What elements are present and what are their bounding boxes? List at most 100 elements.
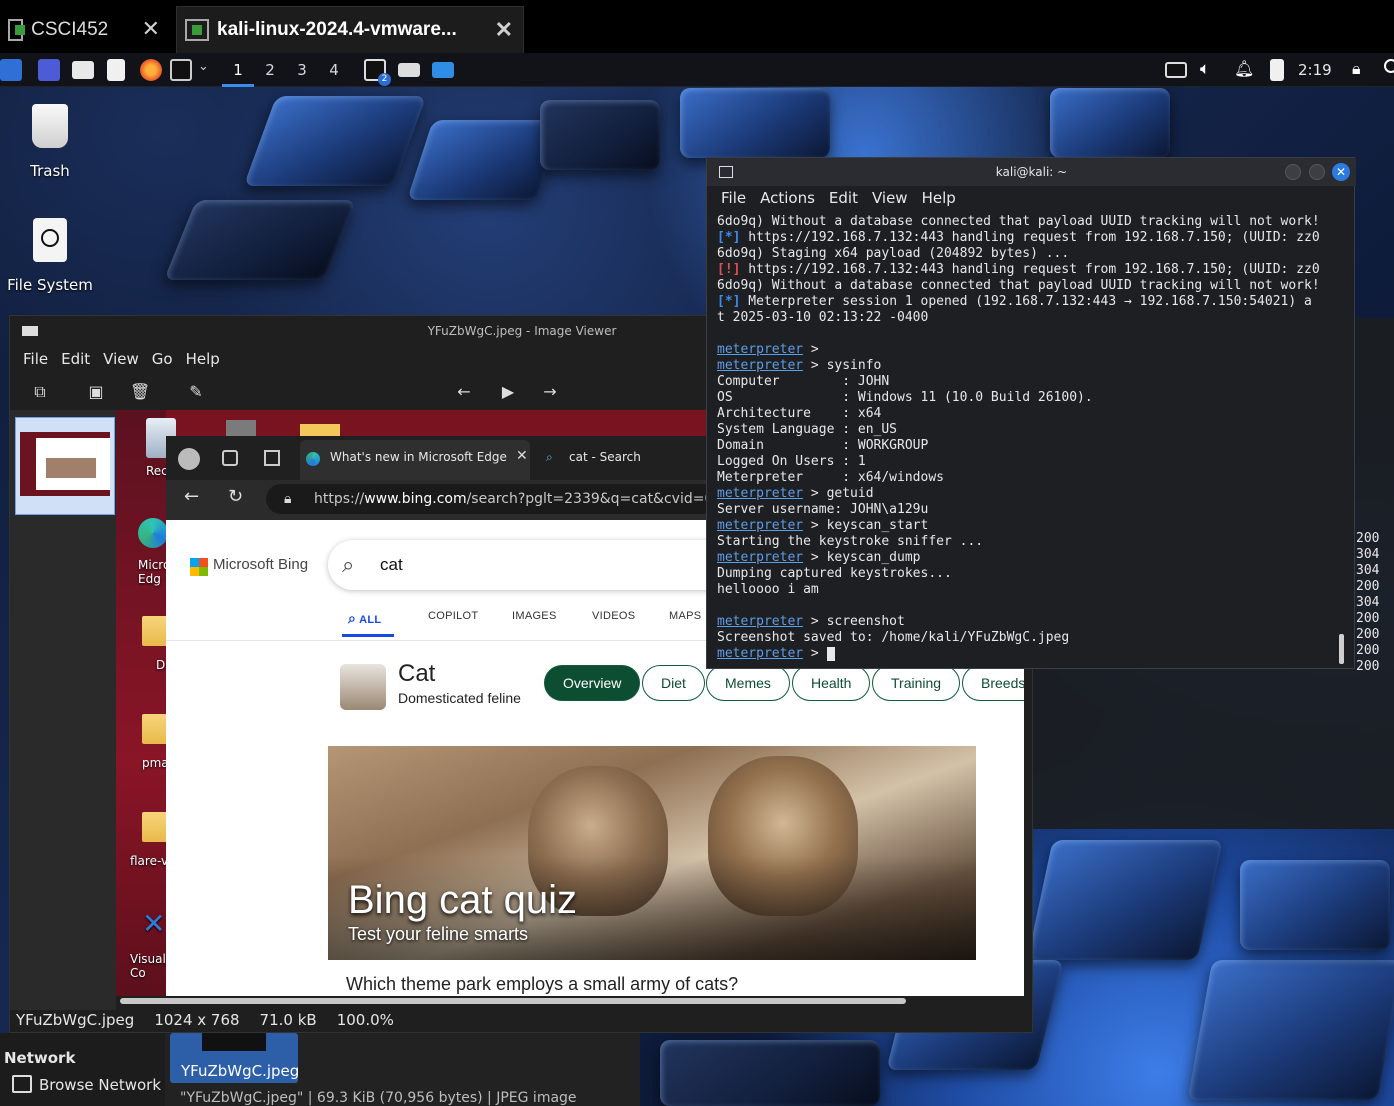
wallpaper-cube [243,96,427,186]
battery-icon[interactable] [1270,59,1284,81]
terminal-line: [!] https://192.168.7.132:443 handling r… [717,262,1343,278]
status-code: 304 [1356,595,1380,610]
terminal-line: [*] https://192.168.7.132:443 handling r… [717,230,1343,246]
menu-file[interactable]: File [707,186,746,212]
workspace-4[interactable]: 4 [318,53,350,87]
text-editor-icon[interactable] [107,59,125,81]
entity-subtitle: Domesticated feline [398,690,521,706]
workspace-1[interactable]: 1 [222,53,254,87]
volume-icon[interactable]: 🔈︎ [1200,59,1210,79]
menu-edit[interactable]: Edit [48,346,90,374]
vertical-scrollbar[interactable] [1339,634,1344,664]
menu-actions[interactable]: Actions [746,186,815,212]
line-text: Meterpreter session 1 opened (192.168.7.… [740,294,1312,309]
hero-subtitle: Test your feline smarts [348,924,529,944]
line-text: Logged On Users : 1 [717,454,866,469]
notification-bell-icon[interactable]: 🔔︎ [1234,59,1254,78]
pill-breeds: Breeds [962,665,1024,701]
close-icon[interactable]: ✕ [142,16,160,42]
wallpaper-cube [1187,960,1394,1100]
save-icon[interactable]: ▣ [86,382,106,402]
play-icon[interactable]: ▶ [498,382,518,402]
desktop-icon-file-system[interactable]: File System [0,218,105,294]
show-desktop-icon[interactable] [38,59,60,81]
desktop-icon-trash[interactable]: Trash [0,104,105,180]
image-viewer-task-icon[interactable] [398,63,420,77]
kali-menu-icon[interactable] [0,59,22,81]
line-text: 6do9q) Without a database connected that… [717,214,1320,229]
maximize-button[interactable] [1309,164,1325,180]
terminal-line: Server username: JOHN\a129u [717,502,1343,518]
desktop-icon-label: Trash [30,162,70,180]
terminal-window[interactable]: kali@kali: ~ ✕ File Actions Edit View He… [706,157,1356,669]
edge-icon [306,452,320,466]
terminal-line: t 2025-03-10 02:13:22 -0400 [717,310,1343,326]
sidebar-item-browse-network[interactable]: Browse Network [39,1076,161,1094]
menu-view[interactable]: View [90,346,139,374]
file-manager-task-icon[interactable] [432,62,454,78]
status-bar: YFuZbWgC.jpeg 1024 x 768 71.0 kB 100.0% [10,1008,1034,1034]
thumbnail-selected[interactable] [15,417,115,515]
vm-tab-kali[interactable]: kali-linux-2024.4-vmware... ✕ [176,6,524,53]
workspace-3[interactable]: 3 [286,53,318,87]
kali-panel: ⌄ 1 2 3 4 2 🔈︎ 🔔︎ 2:19 🔒︎ [0,53,1394,87]
terminal-line: Architecture : x64 [717,406,1343,422]
next-arrow-icon[interactable]: → [540,382,560,402]
status-code: 200 [1356,531,1380,546]
active-nav-underline [342,634,394,637]
vm-tab-label: kali-linux-2024.4-vmware... [217,19,457,40]
close-icon: ✕ [516,448,528,464]
line-text: Starting the keystroke sniffer ... [717,534,984,549]
horizontal-scrollbar[interactable] [120,998,906,1004]
close-icon[interactable]: ✕ [495,17,513,43]
search-icon: ⌕ [342,552,355,577]
line-text: > sysinfo [803,358,882,373]
browser-tab-label: What's new in Microsoft Edge [330,450,507,464]
nav-all: ⌕ ALL [348,610,382,626]
workspaces-icon [222,450,238,466]
menu-file[interactable]: File [10,346,48,374]
minimize-button[interactable] [1285,164,1301,180]
file-manager-window[interactable]: Network Browse Network YFuZbWgC.jpeg "YF… [0,1033,640,1106]
bing-logo: Microsoft Bing [213,556,309,573]
nav-videos: VIDEOS [592,610,636,622]
text-cursor [826,646,835,661]
clock[interactable]: 2:19 [1298,53,1332,87]
edit-pencil-icon[interactable]: ✎ [186,382,206,402]
menu-bar: File Actions Edit View Help [707,186,1356,212]
log-prefix: [*] [717,294,741,309]
firefox-icon[interactable] [140,59,162,81]
selected-file-name: YFuZbWgC.jpeg [181,1062,300,1080]
network-icon [12,1075,32,1093]
workspace-2[interactable]: 2 [254,53,286,87]
menu-view[interactable]: View [858,186,908,212]
display-icon[interactable] [1165,62,1187,78]
chevron-down-icon[interactable]: ⌄ [198,59,209,74]
refresh-icon: ↻ [228,486,244,507]
copy-icon[interactable]: ⧉ [30,382,50,402]
lock-icon[interactable]: 🔒︎ [1352,59,1361,79]
meterpreter-prompt: meterpreter [717,646,804,661]
menu-help[interactable]: Help [173,346,220,374]
power-icon[interactable] [1384,59,1394,73]
meterpreter-prompt: meterpreter [717,550,804,565]
terminal-icon[interactable] [170,59,192,81]
wallpaper-cube [163,200,357,280]
vm-icon [8,18,26,41]
menu-edit[interactable]: Edit [815,186,858,212]
menu-help[interactable]: Help [908,186,956,212]
menu-go[interactable]: Go [139,346,173,374]
delete-icon[interactable]: 🗑︎ [130,382,150,402]
close-button[interactable]: ✕ [1332,163,1350,181]
wallpaper-cube [540,100,660,170]
vm-tab-csci452[interactable]: CSCI452 ✕ [0,6,170,53]
microsoft-logo-icon [190,558,208,576]
terminal-output[interactable]: 6do9q) Without a database connected that… [717,214,1343,664]
log-prefix: [*] [717,230,741,245]
file-manager-sidebar [0,1033,165,1106]
status-filesize: 71.0 kB [259,1011,317,1029]
meterpreter-prompt: meterpreter [717,614,804,629]
file-manager-icon[interactable] [72,61,94,79]
previous-arrow-icon[interactable]: ← [454,382,474,402]
